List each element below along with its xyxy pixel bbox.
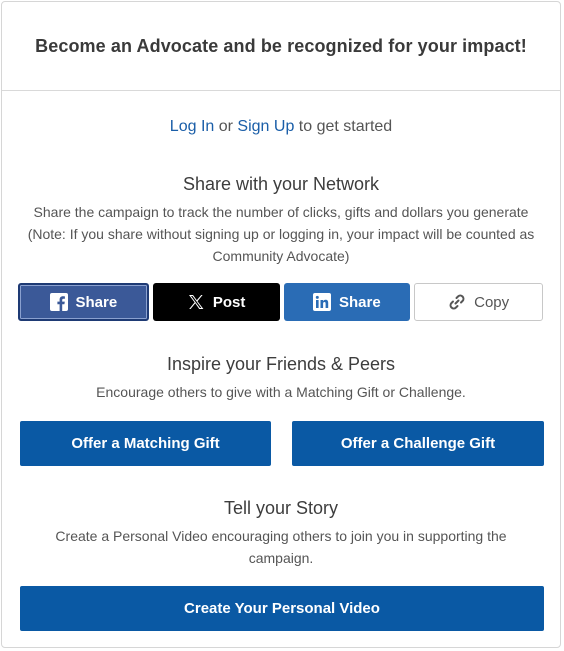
offer-challenge-gift-button[interactable]: Offer a Challenge Gift	[292, 421, 544, 466]
offer-matching-gift-button[interactable]: Offer a Matching Gift	[20, 421, 271, 466]
auth-or: or	[218, 118, 233, 135]
linkedin-share-button[interactable]: Share	[283, 283, 411, 321]
page-title: Become an Advocate and be recognized for…	[35, 35, 527, 56]
share-buttons: Share Post Share Copy	[18, 283, 543, 321]
linkedin-icon	[313, 293, 332, 311]
copy-label: Copy	[474, 293, 510, 311]
x-logo-icon	[187, 293, 205, 311]
facebook-share-button[interactable]: Share	[18, 283, 149, 321]
auth-suffix: to get started	[298, 118, 393, 135]
copy-link-button[interactable]: Copy	[414, 283, 543, 321]
inspire-desc-wrap: Encourage others to give with a Matching…	[0, 381, 562, 403]
story-section: Tell your Story	[0, 498, 562, 519]
story-desc-wrap: Create a Personal Video encouraging othe…	[0, 525, 562, 569]
linkedin-share-label: Share	[339, 293, 381, 311]
x-post-label: Post	[212, 293, 246, 311]
inspire-section: Inspire your Friends & Peers	[0, 354, 562, 375]
network-desc: Share the campaign to track the number o…	[27, 204, 535, 264]
card-header: Become an Advocate and be recognized for…	[2, 2, 560, 91]
network-desc-wrap: Share the campaign to track the number o…	[0, 201, 562, 267]
signup-link[interactable]: Sign Up	[237, 118, 294, 135]
create-personal-video-button[interactable]: Create Your Personal Video	[20, 586, 544, 631]
facebook-share-label: Share	[75, 293, 118, 311]
login-link[interactable]: Log In	[170, 118, 214, 135]
network-title: Share with your Network	[182, 174, 380, 194]
inspire-desc: Encourage others to give with a Matching…	[96, 384, 466, 400]
facebook-icon	[49, 293, 68, 311]
network-section: Share with your Network	[0, 174, 562, 195]
x-post-button[interactable]: Post	[152, 283, 280, 321]
auth-prompt: Log In or Sign Up to get started	[2, 118, 560, 136]
story-title: Tell your Story	[223, 498, 339, 518]
story-desc: Create a Personal Video encouraging othe…	[55, 528, 507, 566]
inspire-title: Inspire your Friends & Peers	[166, 354, 396, 374]
link-icon	[448, 293, 466, 311]
